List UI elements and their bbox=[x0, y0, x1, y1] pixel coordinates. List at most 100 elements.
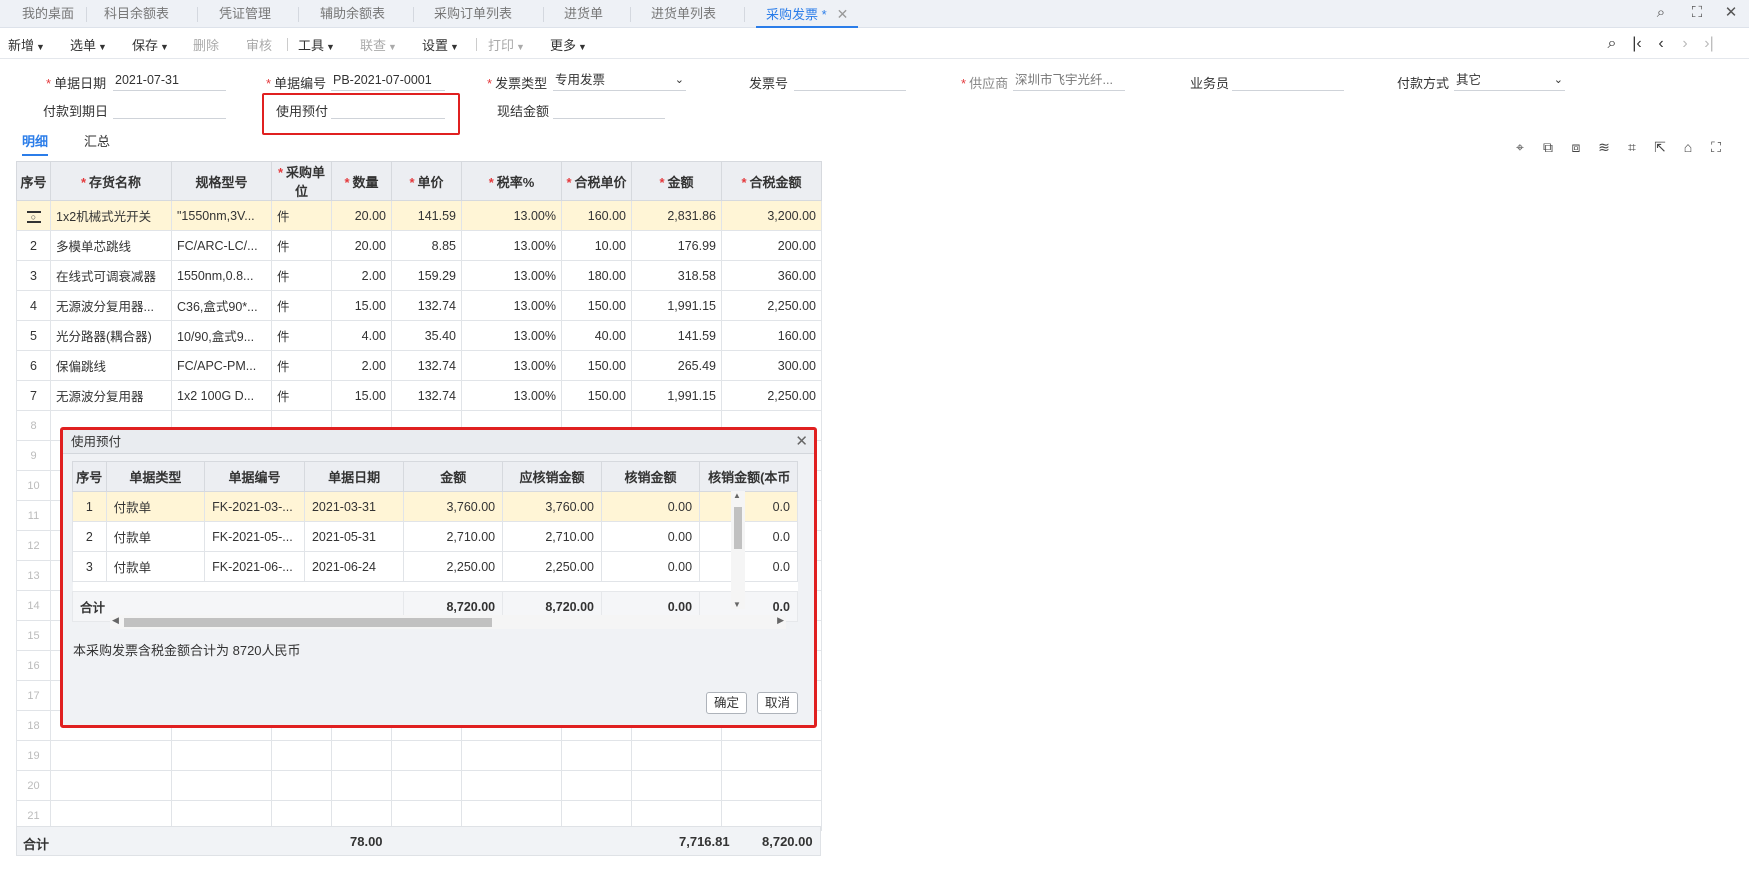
audit-button[interactable]: 审核 bbox=[246, 35, 272, 54]
table-cell[interactable] bbox=[50, 740, 172, 771]
table-cell[interactable]: "1550nm,3V... bbox=[171, 200, 272, 231]
table-cell[interactable]: 132.74 bbox=[391, 350, 462, 381]
tab-receipt[interactable]: 进货单 bbox=[564, 0, 603, 28]
table-cell[interactable]: 件 bbox=[271, 350, 332, 381]
tools-button[interactable]: 工具 ▼ bbox=[298, 35, 335, 54]
table-cell[interactable]: 2,250.00 bbox=[721, 380, 822, 411]
table-row[interactable]: 7 无源波分复用器 1x2 100G D... 件 15.00 132.74 13.00% 1… bbox=[16, 380, 822, 411]
tab-summary[interactable]: 汇总 bbox=[84, 131, 110, 150]
table-cell[interactable] bbox=[631, 770, 722, 801]
doc-no-field[interactable]: PB-2021-07-0001 bbox=[331, 71, 445, 91]
paste-row-icon[interactable]: ⧈ bbox=[1566, 137, 1586, 157]
table-cell[interactable]: 35.40 bbox=[391, 320, 462, 351]
table-cell[interactable]: 13.00% bbox=[461, 380, 562, 411]
date-field[interactable]: 2021-07-31 bbox=[113, 71, 226, 91]
table-cell[interactable]: 多模单芯跳线 bbox=[50, 230, 172, 261]
table-cell[interactable]: 10/90,盒式9... bbox=[171, 320, 272, 351]
table-cell[interactable]: 2.00 bbox=[331, 350, 392, 381]
tab-desktop[interactable]: 我的桌面 bbox=[22, 0, 74, 28]
table-cell[interactable]: 265.49 bbox=[631, 350, 722, 381]
table-cell[interactable] bbox=[631, 740, 722, 771]
table-cell[interactable] bbox=[171, 740, 272, 771]
close-icon[interactable]: ✕ bbox=[837, 6, 849, 22]
table-cell[interactable]: 1,991.15 bbox=[631, 290, 722, 321]
table-cell[interactable]: 13.00% bbox=[461, 290, 562, 321]
tab-voucher-management[interactable]: 凭证管理 bbox=[219, 0, 271, 28]
table-cell[interactable]: 200.00 bbox=[721, 230, 822, 261]
supplier-field[interactable]: 深圳市飞宇光纤... bbox=[1013, 71, 1125, 91]
select-button[interactable]: 选单 ▼ bbox=[70, 35, 107, 54]
table-cell[interactable]: 20.00 bbox=[331, 230, 392, 261]
table-cell[interactable]: 2.00 bbox=[331, 260, 392, 291]
table-row[interactable]: 2 多模单芯跳线 FC/ARC-LC/... 件 20.00 8.85 13.00% 10.0… bbox=[16, 230, 822, 261]
table-row[interactable]: 3 在线式可调衰减器 1550nm,0.8... 件 2.00 159.29 13.00% 1… bbox=[16, 260, 822, 291]
table-cell[interactable] bbox=[721, 740, 822, 771]
table-cell[interactable]: 8.85 bbox=[391, 230, 462, 261]
table-cell[interactable]: 15.00 bbox=[331, 380, 392, 411]
table-cell[interactable]: 件 bbox=[271, 380, 332, 411]
last-record-icon[interactable]: ›| bbox=[1698, 33, 1720, 55]
due-date-field[interactable] bbox=[113, 99, 226, 119]
table-cell[interactable] bbox=[50, 770, 172, 801]
settings-button[interactable]: 设置 ▼ bbox=[422, 35, 459, 54]
export-icon[interactable]: ⇱ bbox=[1650, 137, 1670, 157]
tab-aux-balance[interactable]: 辅助余额表 bbox=[320, 0, 385, 28]
table-cell[interactable]: 150.00 bbox=[561, 290, 632, 321]
row-menu-icon[interactable]: ○ bbox=[26, 210, 41, 223]
table-cell[interactable]: 光分路器(耦合器) bbox=[50, 320, 172, 351]
table-cell[interactable]: 150.00 bbox=[561, 350, 632, 381]
table-cell[interactable]: 10.00 bbox=[561, 230, 632, 261]
next-record-icon[interactable]: › bbox=[1674, 33, 1696, 55]
table-cell[interactable]: 13.00% bbox=[461, 320, 562, 351]
table-cell[interactable]: 300.00 bbox=[721, 350, 822, 381]
tab-receipt-list[interactable]: 进货单列表 bbox=[651, 0, 716, 28]
table-cell[interactable]: 159.29 bbox=[391, 260, 462, 291]
table-cell[interactable]: 15.00 bbox=[331, 290, 392, 321]
delete-button[interactable]: 删除 bbox=[193, 35, 219, 54]
warehouse-icon[interactable]: ⌂ bbox=[1678, 137, 1698, 157]
table-cell[interactable]: 无源波分复用器... bbox=[50, 290, 172, 321]
table-cell[interactable]: 件 bbox=[271, 290, 332, 321]
table-cell[interactable]: 132.74 bbox=[391, 290, 462, 321]
table-row[interactable]: 20 bbox=[16, 770, 822, 801]
table-cell[interactable]: 160.00 bbox=[561, 200, 632, 231]
table-cell[interactable]: 2,250.00 bbox=[721, 290, 822, 321]
table-cell[interactable]: 13.00% bbox=[461, 230, 562, 261]
table-cell[interactable]: 13.00% bbox=[461, 200, 562, 231]
table-cell[interactable]: 1550nm,0.8... bbox=[171, 260, 272, 291]
table-cell[interactable]: 件 bbox=[271, 320, 332, 351]
table-cell[interactable]: 2,831.86 bbox=[631, 200, 722, 231]
barcode-icon[interactable]: ⌗ bbox=[1622, 137, 1642, 157]
table-cell[interactable]: FC/APC-PM... bbox=[171, 350, 272, 381]
staff-field[interactable] bbox=[1232, 71, 1344, 91]
table-cell[interactable] bbox=[271, 770, 332, 801]
table-cell[interactable]: 40.00 bbox=[561, 320, 632, 351]
table-row[interactable]: 19 bbox=[16, 740, 822, 771]
table-cell[interactable]: 141.59 bbox=[391, 200, 462, 231]
table-cell[interactable]: 保偏跳线 bbox=[50, 350, 172, 381]
table-row[interactable]: 6 保偏跳线 FC/APC-PM... 件 2.00 132.74 13.00% 150.00… bbox=[16, 350, 822, 381]
close-window-icon[interactable]: ✕ bbox=[1716, 0, 1746, 28]
table-cell[interactable]: 件 bbox=[271, 230, 332, 261]
table-cell[interactable]: 176.99 bbox=[631, 230, 722, 261]
table-cell[interactable]: 1x2 100G D... bbox=[171, 380, 272, 411]
location-icon[interactable]: ⌖ bbox=[1510, 137, 1530, 157]
search-record-icon[interactable]: ⌕ bbox=[1601, 33, 1623, 55]
table-cell[interactable]: 318.58 bbox=[631, 260, 722, 291]
print-button[interactable]: 打印 ▼ bbox=[488, 35, 525, 54]
tab-purchase-order-list[interactable]: 采购订单列表 bbox=[434, 0, 512, 28]
cash-amount-field[interactable] bbox=[553, 99, 665, 119]
table-cell[interactable] bbox=[721, 770, 822, 801]
table-cell[interactable]: 13.00% bbox=[461, 260, 562, 291]
table-cell[interactable]: 件 bbox=[271, 200, 332, 231]
table-cell[interactable]: 180.00 bbox=[561, 260, 632, 291]
search-icon[interactable]: ⌕ bbox=[1646, 0, 1676, 28]
table-cell[interactable]: 150.00 bbox=[561, 380, 632, 411]
link-query-button[interactable]: 联查 ▼ bbox=[360, 35, 397, 54]
table-row[interactable]: ○ 1x2机械式光开关 "1550nm,3V... 件 20.00 141.59 13.00… bbox=[16, 200, 822, 231]
batch-edit-icon[interactable]: ≋ bbox=[1594, 137, 1614, 157]
table-cell[interactable]: 无源波分复用器 bbox=[50, 380, 172, 411]
table-cell[interactable] bbox=[331, 740, 392, 771]
table-cell[interactable]: FC/ARC-LC/... bbox=[171, 230, 272, 261]
table-cell[interactable] bbox=[391, 740, 462, 771]
